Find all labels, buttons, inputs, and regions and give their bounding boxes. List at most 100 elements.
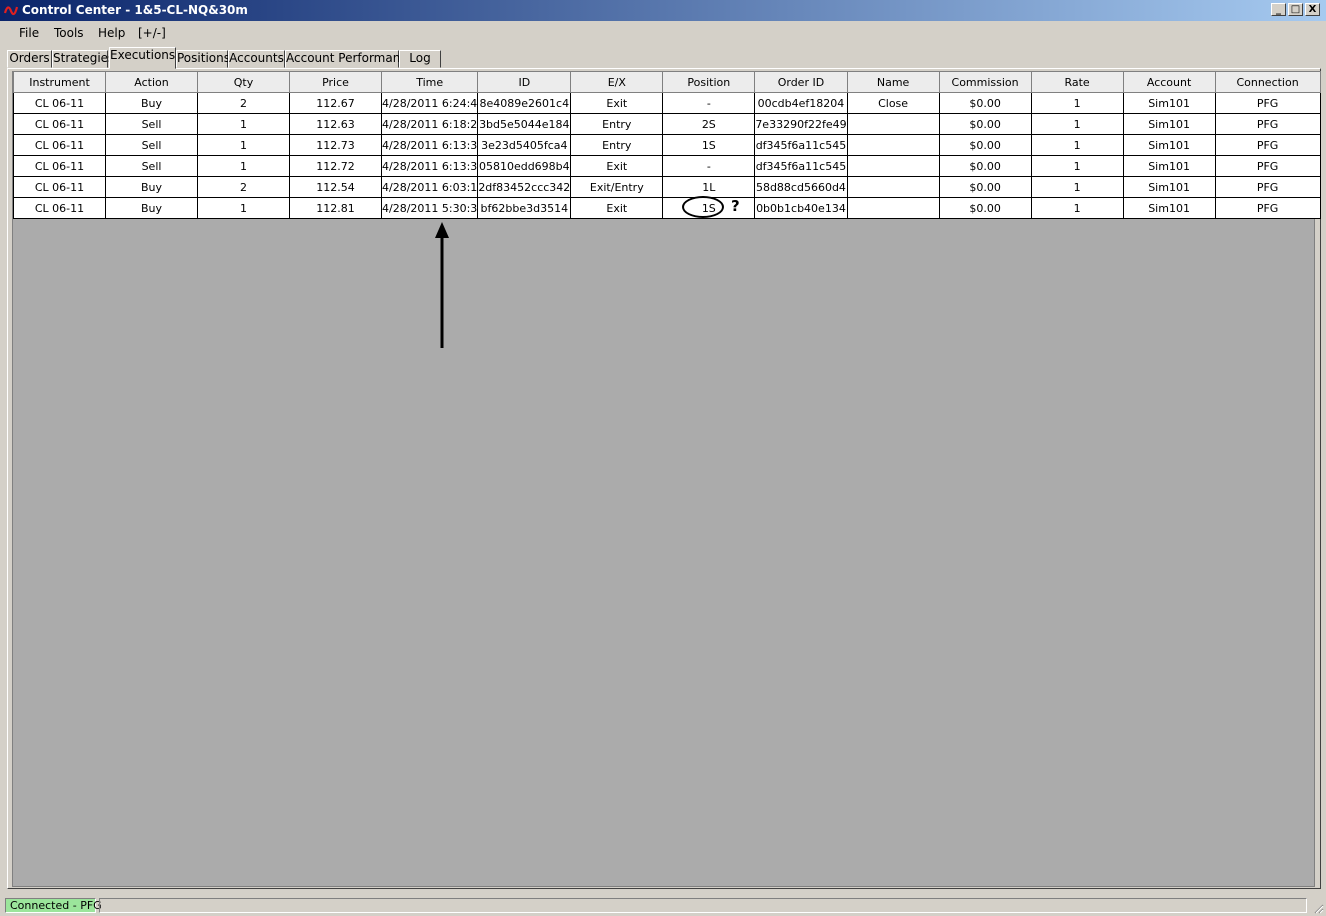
cell-account: Sim101 [1122,197,1216,219]
column-header-time[interactable]: Time [380,71,479,93]
column-header-rate[interactable]: Rate [1030,71,1124,93]
cell-position: 1L [662,176,756,198]
menu-file[interactable]: File [19,26,39,40]
cell-instrument: CL 06-11 [13,134,106,156]
cell-e-x: Exit [570,197,664,219]
tab-log[interactable]: Log [399,50,441,68]
cell-time: 4/28/2011 6:13:3 [380,134,479,156]
cell-rate: 1 [1030,134,1124,156]
cell-e-x: Exit [570,155,664,177]
cell-rate: 1 [1030,197,1124,219]
table-row[interactable]: CL 06-11 Sell 1 112.72 4/28/2011 6:13:3 05810… [13,155,1321,177]
menu-tools[interactable]: Tools [54,26,84,40]
table-row[interactable]: CL 06-11 Buy 1 112.81 4/28/2011 5:30:3 bf62bb… [13,197,1321,219]
column-header-action[interactable]: Action [105,71,198,93]
table-row[interactable]: CL 06-11 Buy 2 112.67 4/28/2011 6:24:4 8e4089… [13,92,1321,114]
close-button[interactable]: X [1305,3,1320,16]
cell-time: 4/28/2011 5:30:3 [380,197,479,219]
cell-price: 112.63 [289,113,382,135]
column-header-position[interactable]: Position [662,71,756,93]
cell-connection: PFG [1214,176,1321,198]
menu-toggle[interactable]: [+/-] [138,26,166,40]
tab-executions[interactable]: Executions [109,47,176,69]
table-row[interactable]: CL 06-11 Sell 1 112.73 4/28/2011 6:13:3 3e23d… [13,134,1321,156]
cell-id: 8e4089e2601c4 [477,92,572,114]
cell-account: Sim101 [1122,176,1216,198]
cell-e-x: Exit/Entry [570,176,664,198]
cell-time: 4/28/2011 6:24:4 [380,92,479,114]
cell-id: 05810edd698b4 [477,155,572,177]
column-header-id[interactable]: ID [477,71,572,93]
cell-id: bf62bbe3d3514 [477,197,572,219]
cell-order-id: df345f6a11c545 [754,155,848,177]
cell-action: Sell [105,134,198,156]
cell-position: - [662,92,756,114]
cell-rate: 1 [1030,176,1124,198]
column-header-name[interactable]: Name [846,71,940,93]
cell-action: Buy [105,92,198,114]
menu-bar: File Tools Help [+/-] [0,22,1326,43]
cell-connection: PFG [1214,92,1321,114]
cell-qty: 1 [197,197,290,219]
table-row[interactable]: CL 06-11 Sell 1 112.63 4/28/2011 6:18:2 3bd5e… [13,113,1321,135]
tab-strategies[interactable]: Strategies [52,50,114,68]
cell-qty: 1 [197,113,290,135]
column-header-commission[interactable]: Commission [938,71,1032,93]
column-header-price[interactable]: Price [289,71,382,93]
cell-commission: $0.00 [938,176,1032,198]
cell-id: 3bd5e5044e184 [477,113,572,135]
column-header-instrument[interactable]: Instrument [13,71,106,93]
cell-order-id: 58d88cd5660d4 [754,176,848,198]
table-row[interactable]: CL 06-11 Buy 2 112.54 4/28/2011 6:03:1 2df834… [13,176,1321,198]
cell-action: Buy [105,197,198,219]
column-header-order-id[interactable]: Order ID [754,71,848,93]
connection-status: Connected - PFG [5,898,102,913]
cell-qty: 1 [197,155,290,177]
cell-commission: $0.00 [938,197,1032,219]
column-header-account[interactable]: Account [1122,71,1216,93]
column-header-connection[interactable]: Connection [1214,71,1321,93]
status-bar: Connected - PFG [0,896,1326,916]
cell-name [846,197,940,219]
annotation-arrow-icon [435,222,449,348]
cell-connection: PFG [1214,113,1321,135]
cell-price: 112.54 [289,176,382,198]
cell-instrument: CL 06-11 [13,113,106,135]
minimize-button[interactable]: _ [1271,3,1286,16]
cell-instrument: CL 06-11 [13,176,106,198]
cell-time: 4/28/2011 6:18:2 [380,113,479,135]
cell-instrument: CL 06-11 [13,155,106,177]
cell-position: 2S [662,113,756,135]
tab-orders[interactable]: Orders [7,50,52,68]
cell-e-x: Exit [570,92,664,114]
cell-commission: $0.00 [938,134,1032,156]
cell-qty: 2 [197,92,290,114]
grid-body: CL 06-11 Buy 2 112.67 4/28/2011 6:24:4 8e4089… [13,92,1321,219]
cell-action: Sell [105,155,198,177]
column-header-qty[interactable]: Qty [197,71,290,93]
cell-rate: 1 [1030,113,1124,135]
title-bar: Control Center - 1&5-CL-NQ&30m _ □ X [0,0,1326,21]
maximize-button[interactable]: □ [1288,3,1303,16]
tab-positions[interactable]: Positions [176,50,230,68]
cell-position: - [662,155,756,177]
grid-header-row: Instrument Action Qty Price Time ID E/X Positio… [13,71,1321,93]
tab-accounts[interactable]: Accounts [228,50,285,68]
annotation-question-mark: ? [731,197,740,215]
resize-grip-icon[interactable] [1312,902,1324,914]
tab-account-performance[interactable]: Account Performance [285,50,414,68]
cell-name [846,113,940,135]
cell-instrument: CL 06-11 [13,92,106,114]
tab-strip: Orders Strategies Executions Positions A… [7,47,1323,69]
menu-help[interactable]: Help [98,26,125,40]
cell-order-id: 7e33290f22fe49 [754,113,848,135]
cell-action: Sell [105,113,198,135]
cell-commission: $0.00 [938,92,1032,114]
cell-order-id: 0b0b1cb40e134 [754,197,848,219]
cell-e-x: Entry [570,134,664,156]
column-header-e-x[interactable]: E/X [570,71,664,93]
cell-rate: 1 [1030,92,1124,114]
cell-price: 112.81 [289,197,382,219]
cell-commission: $0.00 [938,113,1032,135]
executions-grid[interactable]: Instrument Action Qty Price Time ID E/X Positio… [13,71,1321,219]
